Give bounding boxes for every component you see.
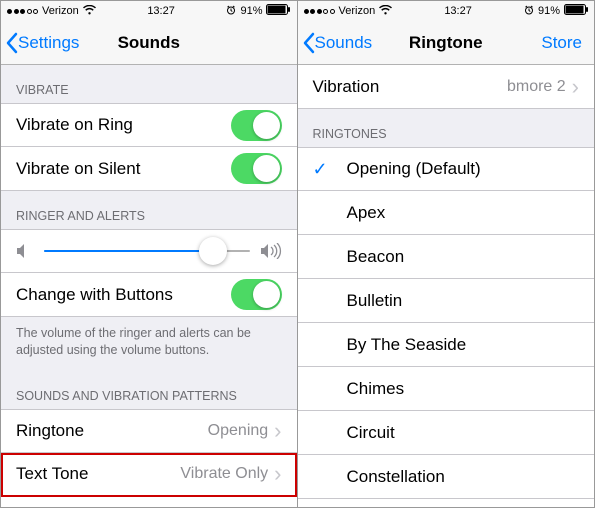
row-vibrate-on-ring[interactable]: Vibrate on Ring (1, 103, 297, 147)
ringtone-item[interactable]: Beacon (298, 235, 595, 279)
ringtone-label: Opening (Default) (347, 159, 580, 179)
row-label: Ringtone (16, 421, 208, 441)
status-bar: Verizon 13:27 91% (1, 1, 297, 21)
ringtone-item[interactable]: Cosmic (298, 499, 595, 507)
signal-dots-icon (7, 9, 38, 14)
alarm-icon (524, 5, 534, 18)
status-time: 13:27 (444, 5, 472, 17)
ringtone-label: Chimes (347, 379, 580, 399)
row-label: Change with Buttons (16, 285, 231, 305)
ringtone-item[interactable]: Apex (298, 191, 595, 235)
toggle-change-buttons[interactable] (231, 279, 282, 310)
ringtone-label: By The Seaside (347, 335, 580, 355)
chevron-right-icon: › (572, 76, 579, 98)
store-button[interactable]: Store (541, 33, 582, 53)
section-ringer: Ringer and Alerts (1, 191, 297, 229)
row-ringtone[interactable]: Ringtone Opening › (1, 409, 297, 453)
row-label: Vibration (313, 77, 507, 97)
row-value: Vibrate Only (180, 465, 268, 483)
wifi-icon (379, 5, 392, 18)
row-value: Opening (208, 422, 269, 440)
back-label: Settings (18, 33, 79, 53)
row-label: Vibrate on Ring (16, 115, 231, 135)
ringtone-label: Apex (347, 203, 580, 223)
section-ringtones: Ringtones (298, 109, 595, 147)
volume-slider-row (1, 229, 297, 273)
ringtone-label: Circuit (347, 423, 580, 443)
navbar: Sounds Ringtone Store (298, 21, 595, 65)
wifi-icon (83, 5, 96, 18)
chevron-left-icon (302, 32, 315, 54)
battery-icon (266, 4, 290, 18)
signal-dots-icon (304, 9, 335, 14)
ringtone-item[interactable]: ✓ Opening (Default) (298, 147, 595, 191)
back-button[interactable]: Sounds (302, 32, 373, 54)
chevron-left-icon (5, 32, 18, 54)
ringtone-label: Constellation (347, 467, 580, 487)
carrier-label: Verizon (42, 5, 79, 17)
checkmark-icon: ✓ (313, 159, 347, 180)
row-vibration[interactable]: Vibration bmore 2 › (298, 65, 595, 109)
speaker-high-icon (260, 243, 282, 259)
ringtone-item[interactable]: Chimes (298, 367, 595, 411)
row-label: Text Tone (16, 464, 180, 484)
ringtone-item[interactable]: By The Seaside (298, 323, 595, 367)
row-change-with-buttons[interactable]: Change with Buttons (1, 273, 297, 317)
ringtone-item[interactable]: Circuit (298, 411, 595, 455)
carrier-label: Verizon (339, 5, 376, 17)
ringtone-item[interactable]: Constellation (298, 455, 595, 499)
ringtone-label: Bulletin (347, 291, 580, 311)
status-bar: Verizon 13:27 91% (298, 1, 595, 21)
row-text-tone[interactable]: Text Tone Vibrate Only › (1, 453, 297, 497)
toggle-vibrate-ring[interactable] (231, 110, 282, 141)
battery-icon (564, 4, 588, 18)
content-scroll[interactable]: Vibrate Vibrate on Ring Vibrate on Silen… (1, 65, 297, 507)
ringtone-label: Beacon (347, 247, 580, 267)
chevron-right-icon: › (274, 420, 281, 442)
row-label: Vibrate on Silent (16, 159, 231, 179)
content-scroll[interactable]: Vibration bmore 2 › Ringtones ✓ Opening (… (298, 65, 595, 507)
row-new-voicemail[interactable]: New Voicemail Tri-tone› (1, 497, 297, 507)
alarm-icon (226, 5, 236, 18)
section-footer: The volume of the ringer and alerts can … (1, 317, 297, 371)
row-vibrate-on-silent[interactable]: Vibrate on Silent (1, 147, 297, 191)
section-vibrate: Vibrate (1, 65, 297, 103)
page-title: Ringtone (409, 33, 483, 53)
back-button[interactable]: Settings (5, 32, 79, 54)
page-title: Sounds (118, 33, 180, 53)
ringtone-item[interactable]: Bulletin (298, 279, 595, 323)
volume-slider[interactable] (44, 250, 250, 252)
speaker-low-icon (16, 243, 34, 259)
battery-pct: 91% (240, 5, 262, 17)
navbar: Settings Sounds (1, 21, 297, 65)
chevron-right-icon: › (274, 463, 281, 485)
toggle-vibrate-silent[interactable] (231, 153, 282, 184)
section-sounds-patterns: Sounds and Vibration Patterns (1, 371, 297, 409)
ringtone-screen: Verizon 13:27 91% Sounds Ringtone Store … (298, 0, 595, 508)
battery-pct: 91% (538, 5, 560, 17)
sounds-screen: Verizon 13:27 91% Settings Sounds Vibrat… (0, 0, 298, 508)
back-label: Sounds (315, 33, 373, 53)
status-time: 13:27 (147, 5, 175, 17)
row-value: bmore 2 (507, 78, 566, 96)
